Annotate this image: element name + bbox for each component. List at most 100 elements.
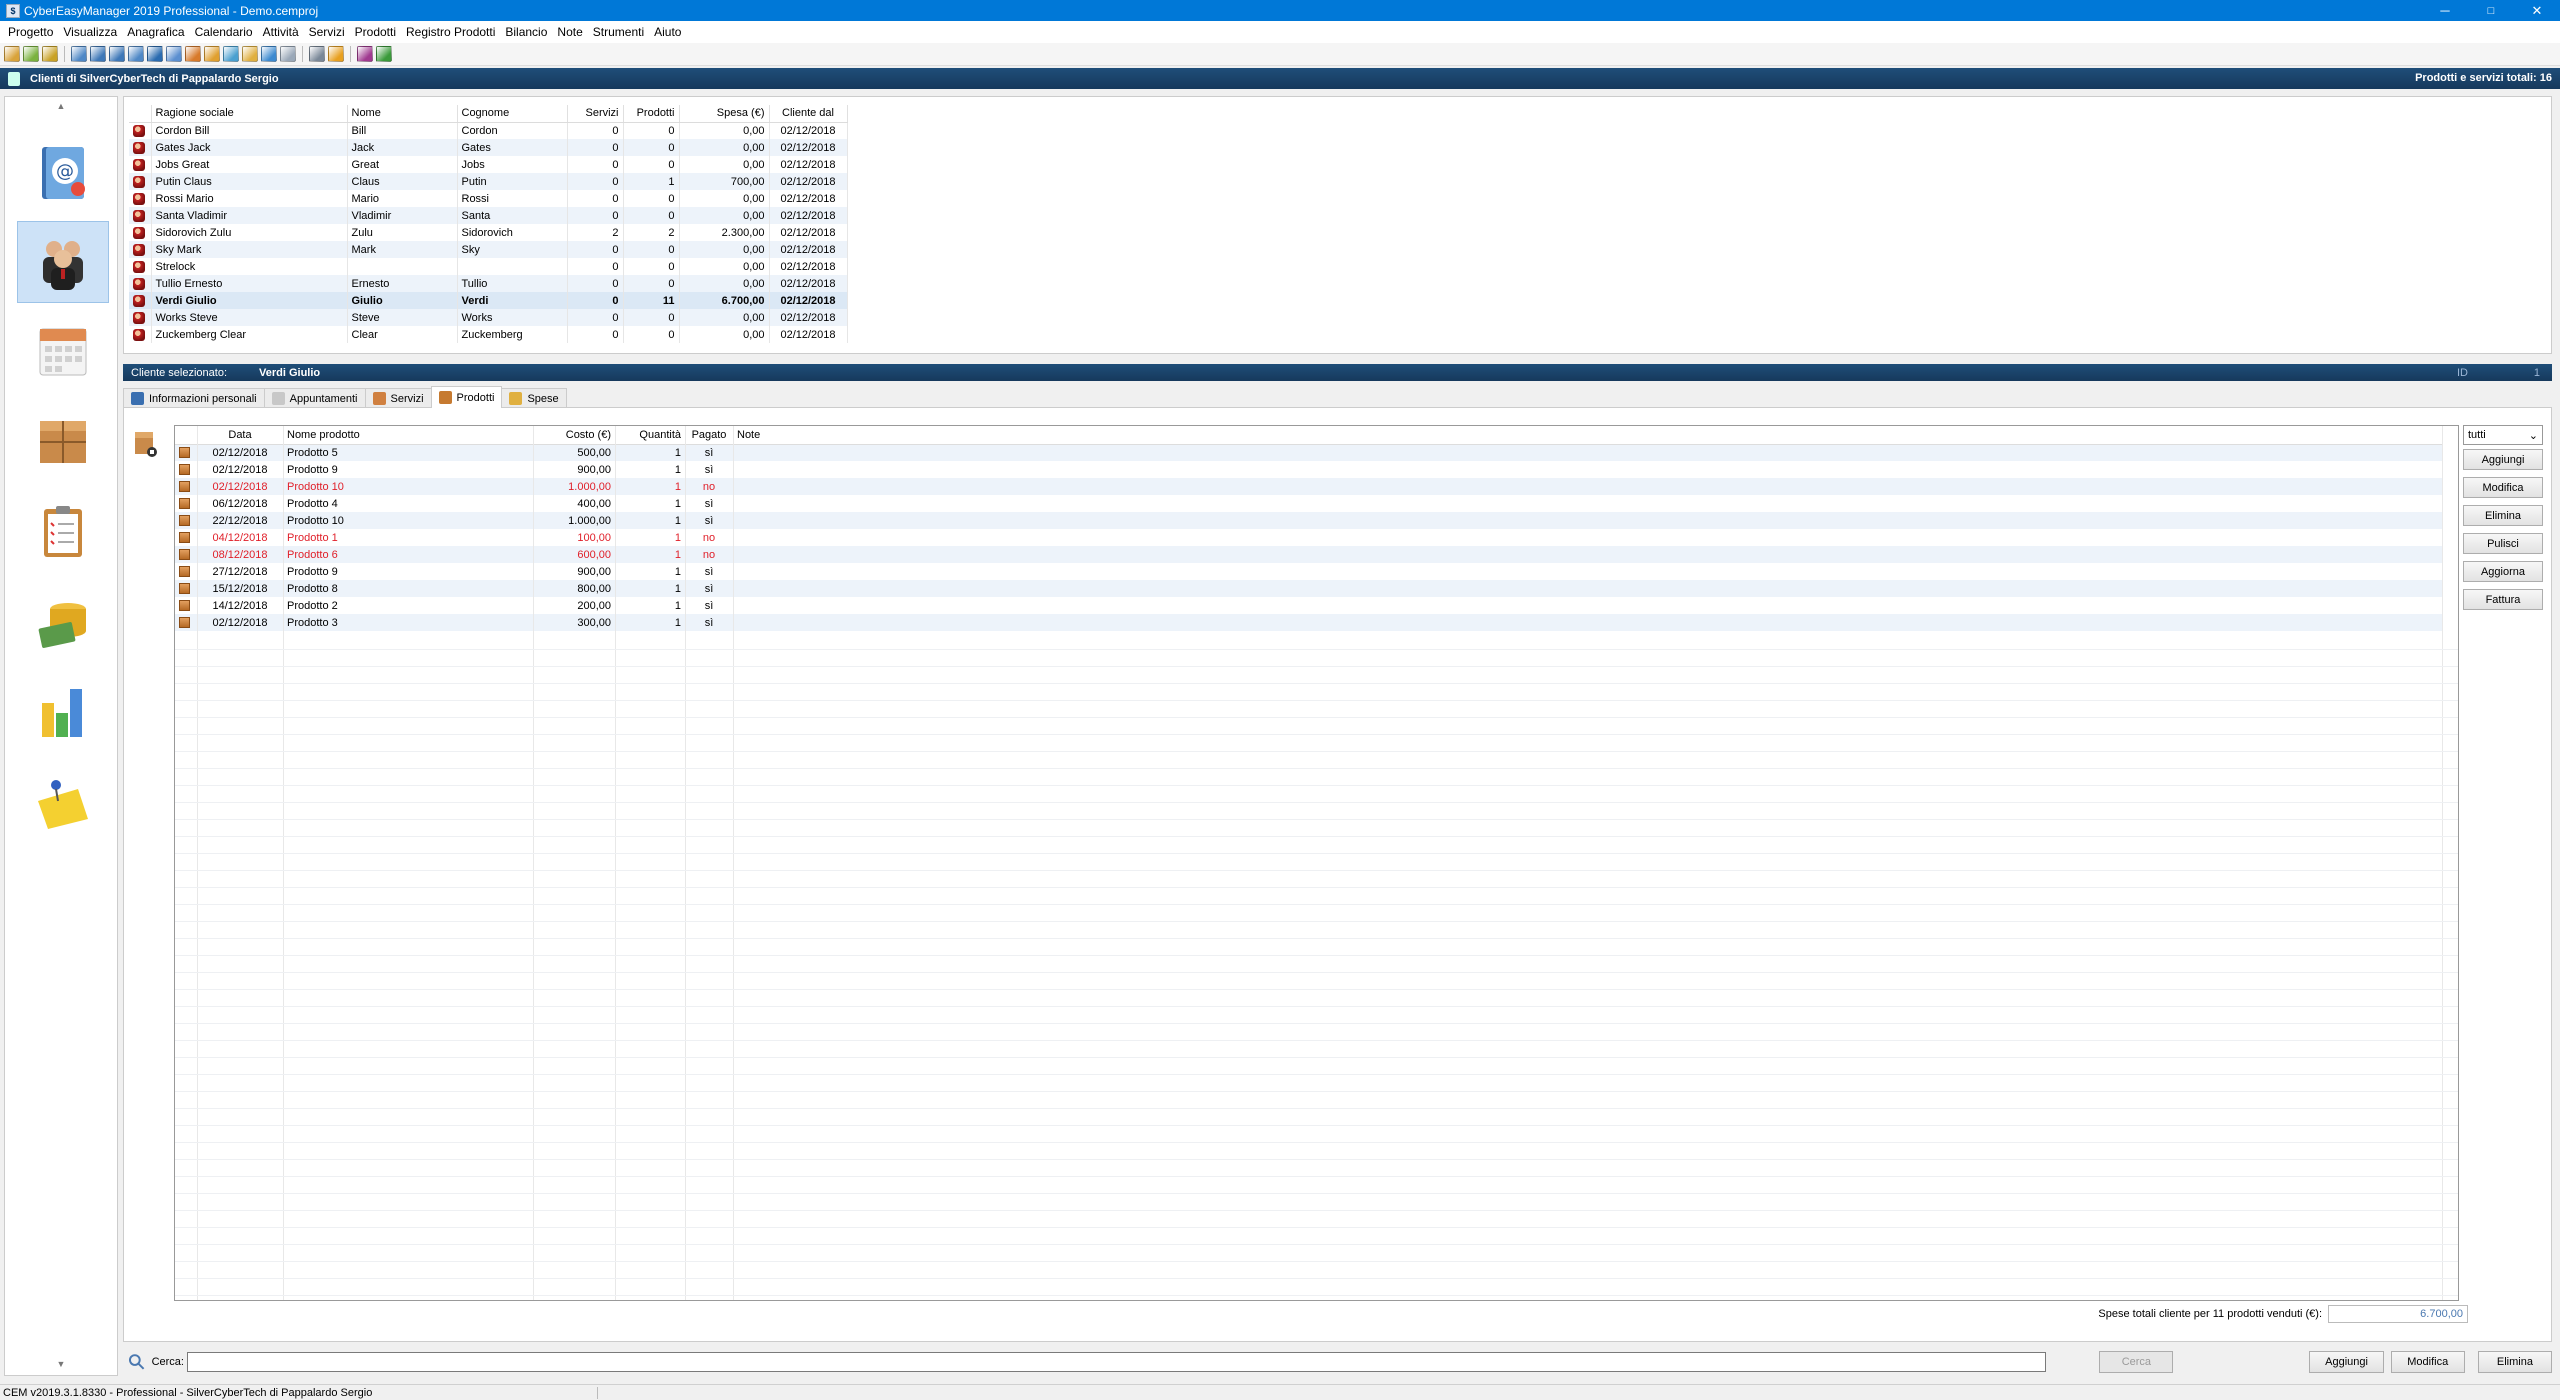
table-row[interactable]: Cordon Bill Bill Cordon 0 0 0,00 02/12/2018 — [129, 122, 848, 139]
tab-appuntamenti[interactable]: Appuntamenti — [263, 388, 366, 408]
table-row[interactable]: 27/12/2018 Prodotto 9 900,00 1 sì — [175, 563, 2442, 580]
toolbar-button-icon[interactable] — [357, 46, 373, 62]
column-header[interactable]: Prodotti — [623, 105, 680, 123]
column-header[interactable]: Quantità — [615, 426, 685, 445]
toolbar-button-icon[interactable] — [242, 46, 258, 62]
toolbar-button-icon[interactable] — [204, 46, 220, 62]
side-delete-button[interactable]: Elimina — [2463, 505, 2543, 526]
column-header[interactable]: Servizi — [567, 105, 624, 123]
table-row[interactable]: 02/12/2018 Prodotto 3 300,00 1 sì — [175, 614, 2442, 631]
menu-item[interactable]: Anagrafica — [122, 25, 189, 39]
nav-item-clients[interactable] — [17, 221, 109, 303]
toolbar-button-icon[interactable] — [309, 46, 325, 62]
table-row[interactable]: Zuckemberg Clear Clear Zuckemberg 0 0 0,00 02/… — [129, 326, 848, 343]
table-row[interactable]: 02/12/2018 Prodotto 10 1.000,00 1 no — [175, 478, 2442, 495]
table-row[interactable]: Jobs Great Great Jobs 0 0 0,00 02/12/2018 — [129, 156, 848, 173]
tab-informazioni-personali[interactable]: Informazioni personali — [123, 388, 265, 408]
table-row[interactable]: 14/12/2018 Prodotto 2 200,00 1 sì — [175, 597, 2442, 614]
column-header[interactable]: Spesa (€) — [679, 105, 770, 123]
toolbar-button-icon[interactable] — [23, 46, 39, 62]
toolbar-button-icon[interactable] — [71, 46, 87, 62]
tab-spese[interactable]: Spese — [501, 388, 567, 408]
column-header[interactable]: Nome prodotto — [283, 426, 533, 445]
toolbar-button-icon[interactable] — [166, 46, 182, 62]
menu-item[interactable]: Registro Prodotti — [401, 25, 500, 39]
toolbar-button-icon[interactable] — [261, 46, 277, 62]
column-header[interactable]: Ragione sociale — [151, 105, 348, 123]
toolbar-button-icon[interactable] — [376, 46, 392, 62]
menu-item[interactable]: Visualizza — [58, 25, 122, 39]
column-header[interactable]: Costo (€) — [533, 426, 615, 445]
table-row[interactable]: 22/12/2018 Prodotto 10 1.000,00 1 sì — [175, 512, 2442, 529]
nav-item-contacts[interactable]: @ — [17, 131, 109, 213]
nav-scroll-down-button[interactable]: ▼ — [5, 1359, 117, 1369]
menu-item[interactable]: Servizi — [304, 25, 350, 39]
toolbar-button-icon[interactable] — [109, 46, 125, 62]
side-edit-button[interactable]: Modifica — [2463, 477, 2543, 498]
toolbar-button-icon[interactable] — [147, 46, 163, 62]
table-row[interactable]: Tullio Ernesto Ernesto Tullio 0 0 0,00 02/12/2… — [129, 275, 848, 292]
side-refresh-button[interactable]: Aggiorna — [2463, 561, 2543, 582]
menu-item[interactable]: Bilancio — [500, 25, 552, 39]
table-cell: Jack — [347, 139, 458, 156]
table-row[interactable]: 15/12/2018 Prodotto 8 800,00 1 sì — [175, 580, 2442, 597]
table-row[interactable]: Gates Jack Jack Gates 0 0 0,00 02/12/2018 — [129, 139, 848, 156]
column-header[interactable]: Nome — [347, 105, 458, 123]
nav-item-statistics[interactable] — [17, 671, 109, 753]
menu-item[interactable]: Aiuto — [649, 25, 686, 39]
close-button[interactable]: ✕ — [2514, 0, 2560, 21]
nav-item-calendar[interactable] — [17, 311, 109, 393]
table-row[interactable]: Sidorovich Zulu Zulu Sidorovich 2 2 2.300,00 0… — [129, 224, 848, 241]
edit-button[interactable]: Modifica — [2390, 1351, 2465, 1373]
table-row[interactable]: Putin Claus Claus Putin 0 1 700,00 02/12/2018 — [129, 173, 848, 190]
column-header[interactable]: Note — [733, 426, 2442, 445]
nav-item-notes[interactable] — [17, 761, 109, 843]
toolbar-button-icon[interactable] — [42, 46, 58, 62]
filter-dropdown[interactable]: tutti ⌄ — [2463, 425, 2543, 445]
maximize-button[interactable]: □ — [2468, 0, 2514, 21]
table-row[interactable]: Santa Vladimir Vladimir Santa 0 0 0,00 02/12/2… — [129, 207, 848, 224]
tab-prodotti[interactable]: Prodotti — [430, 386, 503, 408]
menu-item[interactable]: Prodotti — [350, 25, 401, 39]
side-add-button[interactable]: Aggiungi — [2463, 449, 2543, 470]
table-row[interactable]: 08/12/2018 Prodotto 6 600,00 1 no — [175, 546, 2442, 563]
toolbar-button-icon[interactable] — [328, 46, 344, 62]
minimize-button[interactable]: ─ — [2422, 0, 2468, 21]
nav-item-finance[interactable] — [17, 581, 109, 663]
table-row[interactable]: Sky Mark Mark Sky 0 0 0,00 02/12/2018 — [129, 241, 848, 258]
side-invoice-button[interactable]: Fattura — [2463, 589, 2543, 610]
column-header[interactable]: Cliente dal — [769, 105, 848, 123]
table-row[interactable]: 02/12/2018 Prodotto 9 900,00 1 sì — [175, 461, 2442, 478]
toolbar-button-icon[interactable] — [280, 46, 296, 62]
menu-item[interactable]: Attività — [258, 25, 304, 39]
menu-item[interactable]: Note — [552, 25, 587, 39]
tab-servizi[interactable]: Servizi — [364, 388, 432, 408]
table-row[interactable]: Works Steve Steve Works 0 0 0,00 02/12/2018 — [129, 309, 848, 326]
nav-item-products[interactable] — [17, 401, 109, 483]
menu-item[interactable]: Calendario — [190, 25, 258, 39]
delete-button[interactable]: Elimina — [2477, 1351, 2553, 1373]
toolbar-button-icon[interactable] — [128, 46, 144, 62]
nav-scroll-up-button[interactable]: ▲ — [5, 101, 117, 111]
table-row[interactable]: 04/12/2018 Prodotto 1 100,00 1 no — [175, 529, 2442, 546]
table-row[interactable]: 02/12/2018 Prodotto 5 500,00 1 sì — [175, 444, 2442, 461]
nav-item-tasks[interactable] — [17, 491, 109, 573]
toolbar-button-icon[interactable] — [4, 46, 20, 62]
table-row[interactable]: Rossi Mario Mario Rossi 0 0 0,00 02/12/2018 — [129, 190, 848, 207]
add-button[interactable]: Aggiungi — [2309, 1351, 2384, 1373]
table-row[interactable]: Strelock 0 0 0,00 02/12/2018 — [129, 258, 848, 275]
table-row[interactable]: Verdi Giulio Giulio Verdi 0 11 6.700,00 02/12/… — [129, 292, 848, 309]
column-header[interactable]: Data — [197, 426, 283, 445]
toolbar-button-icon[interactable] — [90, 46, 106, 62]
search-button[interactable]: Cerca — [2099, 1351, 2174, 1373]
menu-item[interactable]: Strumenti — [588, 25, 649, 39]
menu-item[interactable]: Progetto — [3, 25, 58, 39]
column-header[interactable]: Pagato — [685, 426, 733, 445]
table-cell: Prodotto 10 — [283, 478, 533, 495]
toolbar-button-icon[interactable] — [223, 46, 239, 62]
column-header[interactable]: Cognome — [457, 105, 568, 123]
table-row[interactable]: 06/12/2018 Prodotto 4 400,00 1 sì — [175, 495, 2442, 512]
toolbar-button-icon[interactable] — [185, 46, 201, 62]
search-input[interactable] — [186, 1352, 2047, 1372]
side-clear-button[interactable]: Pulisci — [2463, 533, 2543, 554]
